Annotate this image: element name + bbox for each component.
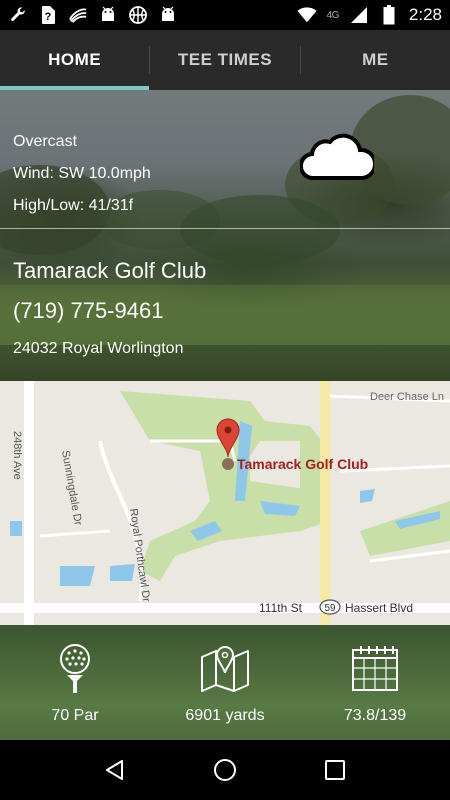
- wrench-icon: [8, 5, 28, 25]
- recents-icon: [325, 760, 345, 780]
- cloud-icon: [300, 133, 374, 181]
- street-label: Deer Chase Ln: [370, 391, 444, 403]
- road: [24, 381, 34, 625]
- route-number: 59: [324, 603, 336, 614]
- stat-par: 70 Par: [0, 625, 150, 740]
- battery-icon: [379, 5, 399, 25]
- road: [39, 529, 111, 538]
- status-bar: ? 4G 2:28: [0, 0, 450, 30]
- tab-me[interactable]: ME: [301, 30, 450, 90]
- course-stats: 70 Par 6901 yards 73.8/139: [0, 625, 450, 740]
- stat-rating-label: 73.8/139: [343, 707, 407, 724]
- map-marker-label: Tamarack Golf Club: [237, 456, 368, 472]
- street-label: Sunningdale Dr: [59, 449, 84, 526]
- course-hero: Overcast Wind: SW 10.0mph High/Low: 41/3…: [0, 90, 450, 381]
- stat-yardage-label: 6901 yards: [185, 707, 265, 724]
- club-phone[interactable]: (719) 775-9461: [13, 296, 206, 326]
- map-pin-icon: [198, 641, 252, 695]
- wifi-icon: [297, 5, 317, 25]
- street-label: 248th Ave: [11, 431, 23, 480]
- basketball-icon: [128, 5, 148, 25]
- signal-icon: [349, 5, 369, 25]
- android-icon: [98, 5, 118, 25]
- map-canvas: Tamarack Golf Club Deer Chase Ln 248th A…: [0, 381, 450, 625]
- weather-panel: Overcast Wind: SW 10.0mph High/Low: 41/3…: [0, 90, 450, 228]
- stat-par-label: 70 Par: [51, 707, 99, 724]
- stat-rating: 73.8/139: [300, 625, 450, 740]
- back-icon: [106, 760, 123, 780]
- water-area: [60, 566, 95, 586]
- street-label: 111th St: [259, 601, 303, 615]
- svg-text:?: ?: [45, 11, 52, 23]
- stat-yardage: 6901 yards: [150, 625, 300, 740]
- network-type: 4G: [326, 9, 340, 21]
- weather-wind: Wind: SW 10.0mph: [13, 165, 151, 182]
- water-area: [10, 521, 22, 536]
- system-nav-bar: [0, 740, 450, 800]
- park-area: [360, 501, 450, 556]
- tab-tee-times[interactable]: TEE TIMES: [150, 30, 299, 90]
- sprint-icon: [68, 5, 88, 25]
- sim-unknown-icon: ?: [38, 5, 58, 25]
- club-info: Tamarack Golf Club (719) 775-9461 24032 …: [13, 256, 206, 360]
- club-name: Tamarack Golf Club: [13, 258, 207, 283]
- hero-divider: [0, 228, 450, 229]
- water-area: [110, 564, 135, 581]
- back-button[interactable]: [95, 750, 135, 790]
- tab-home[interactable]: HOME: [0, 30, 150, 90]
- street-label: Hassert Blvd: [345, 601, 413, 615]
- club-address[interactable]: 24032 Royal Worlington: [13, 338, 206, 360]
- tab-bar: HOME TEE TIMES ME: [0, 30, 450, 90]
- weather-high-low: High/Low: 41/31f: [13, 197, 134, 214]
- course-map[interactable]: Tamarack Golf Club Deer Chase Ln 248th A…: [0, 381, 450, 625]
- android-icon: [158, 5, 178, 25]
- home-icon: [214, 759, 236, 781]
- weather-condition: Overcast: [13, 133, 78, 150]
- calendar-icon: [348, 641, 402, 695]
- clock: 2:28: [408, 5, 442, 24]
- golf-ball-icon: [48, 641, 102, 695]
- water-area: [360, 489, 375, 503]
- recents-button[interactable]: [315, 750, 355, 790]
- road: [320, 381, 330, 625]
- home-button[interactable]: [205, 750, 245, 790]
